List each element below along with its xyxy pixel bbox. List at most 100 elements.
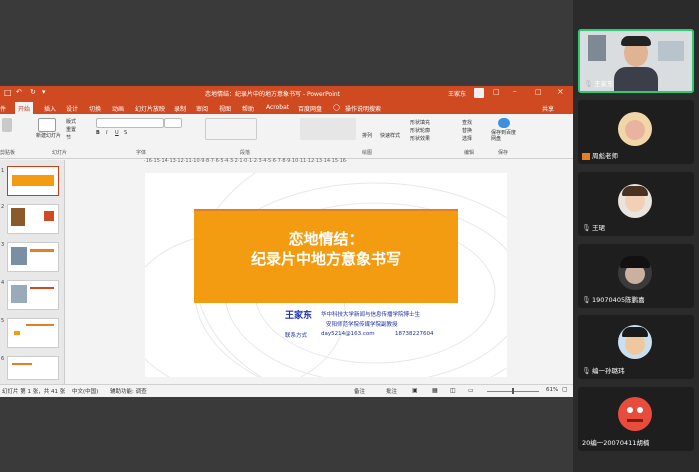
fit-slide-icon[interactable]: ▢ (562, 386, 568, 393)
participant-tile[interactable]: 20编一20070411胡楠 (578, 387, 694, 451)
participant-tile[interactable]: 周彪老师 (578, 100, 694, 164)
italic-button[interactable]: I (106, 130, 107, 136)
customize-icon[interactable]: ▾ (42, 88, 46, 96)
tab-review[interactable]: 审阅 (196, 104, 208, 113)
contact-email: day5214@163.com (321, 331, 375, 337)
tab-animations[interactable]: 动画 (112, 104, 124, 113)
title-bar: □ ↶ ↻ ▾ 恋地情结：纪录片中的地方意象书写 - PowerPoint 王家… (0, 86, 573, 101)
tab-slideshow[interactable]: 幻灯片放映 (135, 104, 165, 113)
font-size-dropdown[interactable] (164, 118, 182, 128)
contact-phone: 18738227604 (395, 331, 434, 337)
participant-tile[interactable]: 🎙 王珺 (578, 172, 694, 236)
paste-icon[interactable] (2, 118, 12, 132)
quick-styles-button[interactable]: 快速样式 (380, 132, 400, 139)
zoom-level[interactable]: 61% (546, 387, 558, 393)
slide-thumbnail[interactable] (7, 204, 59, 234)
new-slide-label[interactable]: 新建幻灯片 (36, 132, 61, 139)
participant-tile[interactable]: 🎙 王家东 (578, 29, 694, 93)
underline-button[interactable]: U (115, 130, 119, 136)
tab-insert[interactable]: 插入 (44, 104, 56, 113)
redo-icon[interactable]: ↻ (30, 88, 36, 96)
thumb-number: 5 (1, 318, 5, 324)
tab-acrobat[interactable]: Acrobat (266, 104, 289, 111)
title-line-1: 恋地情结： (288, 230, 364, 248)
select-button[interactable]: 选择 (462, 135, 472, 142)
comments-button[interactable]: 批注 (386, 387, 397, 395)
replace-button[interactable]: 替换 (462, 127, 472, 134)
powerpoint-window: □ ↶ ↻ ▾ 恋地情结：纪录片中的地方意象书写 - PowerPoint 王家… (0, 86, 573, 397)
section-button[interactable]: 节 (66, 134, 71, 141)
tab-view[interactable]: 视图 (219, 104, 231, 113)
lightbulb-icon: ◯ (333, 104, 340, 111)
shadow-button[interactable]: S (124, 130, 127, 136)
group-font: 字体 (136, 150, 147, 156)
ribbon: 新建幻灯片 版式 重置 节 B I U S 排列 快速样式 形状填充 形状轮廓 … (0, 114, 573, 159)
reset-button[interactable]: 重置 (66, 126, 76, 133)
save-baidu-button[interactable]: 保存到百度网盘 (491, 130, 517, 142)
slide-thumbnail[interactable] (7, 166, 59, 196)
slide-thumbnails: 1 2 3 4 5 6 (0, 160, 65, 384)
participant-tile[interactable]: 🎙 编一孙璐玮 (578, 315, 694, 379)
title-line-2: 纪录片中地方意象书写 (250, 250, 401, 268)
window-title: 恋地情结：纪录片中的地方意象书写 - PowerPoint (205, 91, 341, 98)
participant-name: 编一孙璐玮 (592, 367, 625, 375)
tab-help[interactable]: 帮助 (242, 104, 254, 113)
participant-name: 19070405陈鹏嘉 (592, 296, 645, 304)
ribbon-options-icon[interactable]: □ (493, 88, 500, 96)
author-name[interactable]: 王家东 (285, 308, 312, 321)
reading-view-icon[interactable]: ◫ (450, 387, 456, 394)
find-button[interactable]: 查找 (462, 119, 472, 126)
shapes-gallery[interactable] (300, 118, 356, 140)
user-name: 王家东 (448, 91, 467, 98)
mic-icon[interactable]: 🎙 (582, 296, 591, 304)
participants-panel: 🎙 王家东 周彪老师 🎙 王珺 🎙 19070405陈鹏嘉 🎙 编一孙璐玮 20… (573, 0, 699, 472)
normal-view-icon[interactable]: ▣ (412, 387, 418, 394)
accessibility-status[interactable]: 辅助功能: 调查 (110, 387, 147, 395)
avatar (618, 397, 652, 431)
zoom-slider-thumb[interactable] (512, 388, 514, 394)
slideshow-view-icon[interactable]: ▭ (468, 387, 474, 394)
share-button[interactable]: 共享 (542, 104, 554, 113)
tab-transitions[interactable]: 切换 (89, 104, 101, 113)
mic-icon[interactable]: 🎙 (582, 367, 591, 375)
save-icon[interactable]: □ (4, 88, 12, 97)
mic-icon[interactable]: 🎙 (584, 80, 593, 88)
tell-me-search[interactable]: 操作说明搜索 (345, 104, 381, 113)
user-avatar[interactable] (474, 88, 484, 98)
undo-icon[interactable]: ↶ (16, 88, 22, 96)
slide-thumbnail[interactable] (7, 242, 59, 272)
slide-counter: 幻灯片 第 1 张，共 41 张 (2, 389, 66, 395)
arrange-button[interactable]: 排列 (362, 132, 372, 139)
slide-thumbnail[interactable] (7, 280, 59, 310)
font-name-dropdown[interactable] (96, 118, 164, 128)
shape-outline-button[interactable]: 形状轮廓 (410, 127, 430, 134)
tab-file[interactable]: 件 (0, 104, 6, 113)
group-paragraph: 段落 (240, 150, 251, 156)
slide-thumbnail[interactable] (7, 318, 59, 348)
banner-line (194, 209, 458, 211)
slide-title[interactable]: 恋地情结： 纪录片中地方意象书写 (194, 229, 458, 269)
maximize-icon[interactable]: □ (535, 88, 542, 96)
minimize-icon[interactable]: – (513, 87, 517, 95)
tab-design[interactable]: 设计 (66, 104, 78, 113)
vertical-ruler (76, 166, 84, 376)
new-slide-icon[interactable] (38, 118, 56, 132)
participant-tile[interactable]: 🎙 19070405陈鹏嘉 (578, 244, 694, 308)
slide-canvas[interactable]: 恋地情结： 纪录片中地方意象书写 王家东 华中科技大学新闻与信息传播学院博士生 … (145, 173, 507, 377)
shape-effects-button[interactable]: 形状效果 (410, 135, 430, 142)
slide-thumbnail[interactable] (7, 356, 59, 380)
language-status[interactable]: 中文(中国) (72, 387, 98, 395)
affiliation-2: 安阳师范学院传媒学院副教授 (326, 322, 398, 328)
bold-button[interactable]: B (96, 130, 100, 136)
tab-baidu[interactable]: 百度网盘 (298, 104, 322, 113)
thumb-number: 3 (1, 242, 5, 248)
tab-record[interactable]: 录制 (174, 104, 186, 113)
notes-button[interactable]: 备注 (354, 387, 365, 395)
close-icon[interactable]: × (557, 87, 564, 96)
baidu-cloud-icon[interactable] (498, 118, 510, 128)
mic-icon[interactable]: 🎙 (582, 224, 591, 232)
sorter-view-icon[interactable]: ▦ (432, 387, 438, 394)
paragraph-controls[interactable] (205, 118, 257, 140)
layout-button[interactable]: 版式 (66, 118, 76, 125)
shape-fill-button[interactable]: 形状填充 (410, 119, 430, 126)
